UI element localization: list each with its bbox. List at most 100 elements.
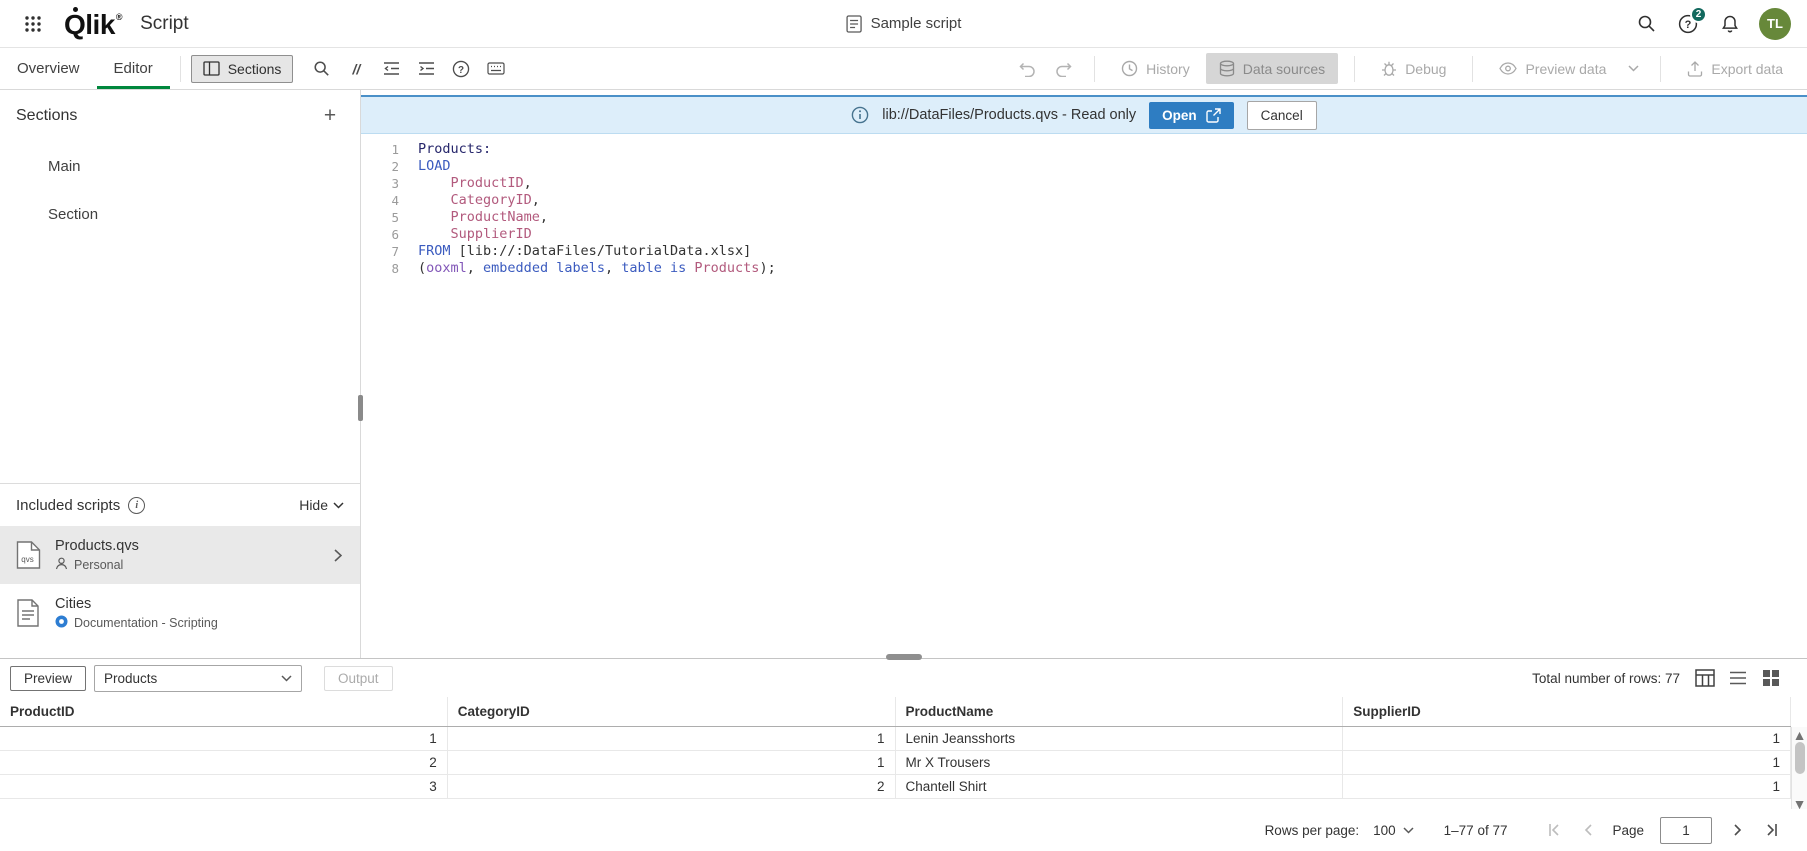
column-header[interactable]: ProductID: [0, 697, 448, 726]
document-title[interactable]: Sample script: [846, 0, 962, 47]
table-view-icon: [1695, 669, 1715, 687]
search-icon: [1637, 14, 1656, 33]
search-in-script-button[interactable]: [306, 54, 336, 84]
hide-included-scripts-button[interactable]: Hide: [299, 497, 344, 513]
preview-data-button[interactable]: Preview data: [1489, 55, 1616, 83]
cancel-button[interactable]: Cancel: [1247, 101, 1317, 130]
rows-per-page-dropdown[interactable]: 100: [1367, 820, 1420, 841]
code-line: 7FROM [lib://:DataFiles/TutorialData.xls…: [361, 243, 1807, 260]
grid-view-icon: [1762, 669, 1780, 687]
chevron-down-icon: [1628, 65, 1639, 72]
table-selector-dropdown[interactable]: Products: [94, 665, 302, 692]
page-title: Script: [140, 13, 189, 35]
code-editor[interactable]: 1Products:2LOAD3 ProductID,4 CategoryID,…: [361, 134, 1807, 658]
scroll-down-icon[interactable]: ▼: [1792, 796, 1807, 809]
keyboard-icon: [487, 62, 505, 75]
sections-toggle-button[interactable]: Sections: [191, 55, 294, 83]
qlik-logo: Qlik®: [64, 7, 122, 41]
scroll-up-icon[interactable]: ▲: [1792, 727, 1807, 740]
person-icon: [55, 557, 68, 573]
last-page-icon: [1765, 823, 1779, 837]
table-scrollbar[interactable]: ▲ ▼: [1791, 727, 1807, 809]
previous-page-icon: [1583, 823, 1593, 837]
script-editor: lib://DataFiles/Products.qvs - Read only…: [361, 90, 1807, 658]
sections-list: MainSection: [0, 142, 360, 238]
table-view-button[interactable]: [1693, 666, 1717, 690]
last-page-button[interactable]: [1759, 817, 1785, 843]
table-cell: Lenin Jeansshorts: [896, 727, 1344, 750]
outdent-button[interactable]: [376, 54, 406, 84]
included-script-item[interactable]: qvs Products.qvs Personal: [0, 526, 360, 584]
history-button[interactable]: History: [1111, 54, 1200, 83]
previous-page-button[interactable]: [1575, 817, 1601, 843]
output-button[interactable]: Output: [324, 666, 393, 691]
question-circle-icon: ?: [452, 60, 470, 78]
table-cell: 1: [1343, 727, 1791, 750]
table-row[interactable]: 11Lenin Jeansshorts1: [0, 727, 1791, 751]
sidebar-resize-handle[interactable]: [358, 395, 363, 421]
qvs-file-icon: qvs: [14, 540, 42, 570]
table-cell: 1: [0, 727, 448, 750]
add-section-button[interactable]: +: [316, 102, 344, 130]
sidebar-section-item[interactable]: Main: [0, 142, 360, 190]
app-launcher-button[interactable]: [16, 7, 50, 41]
code-line: 3 ProductID,: [361, 175, 1807, 192]
search-icon: [313, 60, 330, 77]
list-view-button[interactable]: [1726, 666, 1750, 690]
preview-panel: Preview Products Output Total number of …: [0, 658, 1807, 851]
preview-button[interactable]: Preview: [10, 666, 86, 691]
preview-data-dropdown-button[interactable]: [1622, 54, 1644, 84]
undo-button[interactable]: [1012, 54, 1042, 84]
line-number: 6: [361, 226, 399, 243]
table-row[interactable]: 32Chantell Shirt1: [0, 775, 1791, 799]
document-icon: [14, 598, 42, 628]
user-avatar[interactable]: TL: [1759, 8, 1791, 40]
preview-table-header: ProductIDCategoryIDProductNameSupplierID: [0, 697, 1791, 727]
script-space-label: Personal: [74, 558, 123, 572]
panel-drag-handle[interactable]: [886, 654, 922, 660]
chevron-down-icon: [281, 675, 292, 682]
svg-text:?: ?: [1685, 19, 1692, 31]
line-number: 2: [361, 158, 399, 175]
script-space-label: Documentation - Scripting: [74, 616, 218, 630]
next-page-button[interactable]: [1725, 817, 1751, 843]
info-icon[interactable]: i: [128, 497, 145, 514]
keyboard-shortcuts-button[interactable]: [481, 54, 511, 84]
outdent-icon: [383, 61, 400, 76]
grid-icon: [24, 15, 42, 33]
sections-panel-icon: [203, 61, 220, 76]
code-line: 5 ProductName,: [361, 209, 1807, 226]
export-data-button[interactable]: Export data: [1677, 55, 1793, 83]
scrollbar-thumb[interactable]: [1795, 742, 1805, 774]
redo-button[interactable]: [1048, 54, 1078, 84]
table-cell: 1: [448, 751, 896, 774]
pagination-bar: Rows per page: 100 1–77 of 77 Page: [0, 809, 1807, 851]
tab-editor[interactable]: Editor: [97, 48, 170, 89]
debug-button[interactable]: Debug: [1371, 54, 1456, 83]
syntax-help-button[interactable]: ?: [446, 54, 476, 84]
grid-view-button[interactable]: [1759, 666, 1783, 690]
included-script-item[interactable]: Cities Documentation - Scripting: [0, 584, 360, 642]
notifications-button[interactable]: [1713, 7, 1747, 41]
open-script-button[interactable]: Open: [1149, 102, 1234, 129]
sidebar-section-item[interactable]: Section: [0, 190, 360, 238]
read-only-banner: lib://DataFiles/Products.qvs - Read only…: [361, 95, 1807, 134]
indent-button[interactable]: [411, 54, 441, 84]
table-row[interactable]: 21Mr X Trousers1: [0, 751, 1791, 775]
help-button[interactable]: ? 2: [1671, 7, 1705, 41]
page-number-input[interactable]: [1660, 817, 1712, 844]
app-header: Qlik® Script Sample script ? 2 TL: [0, 0, 1807, 48]
tab-overview[interactable]: Overview: [0, 48, 97, 89]
column-header[interactable]: CategoryID: [448, 697, 896, 726]
column-header[interactable]: SupplierID: [1343, 697, 1791, 726]
comment-button[interactable]: //: [341, 54, 371, 84]
line-number: 8: [361, 260, 399, 277]
search-button[interactable]: [1629, 7, 1663, 41]
data-sources-button[interactable]: Data sources: [1206, 53, 1338, 84]
table-cell: Chantell Shirt: [896, 775, 1344, 798]
chevron-right-icon[interactable]: [330, 545, 346, 566]
chevron-down-icon: [333, 502, 344, 509]
list-view-icon: [1729, 671, 1747, 685]
first-page-button[interactable]: [1541, 817, 1567, 843]
column-header[interactable]: ProductName: [896, 697, 1344, 726]
